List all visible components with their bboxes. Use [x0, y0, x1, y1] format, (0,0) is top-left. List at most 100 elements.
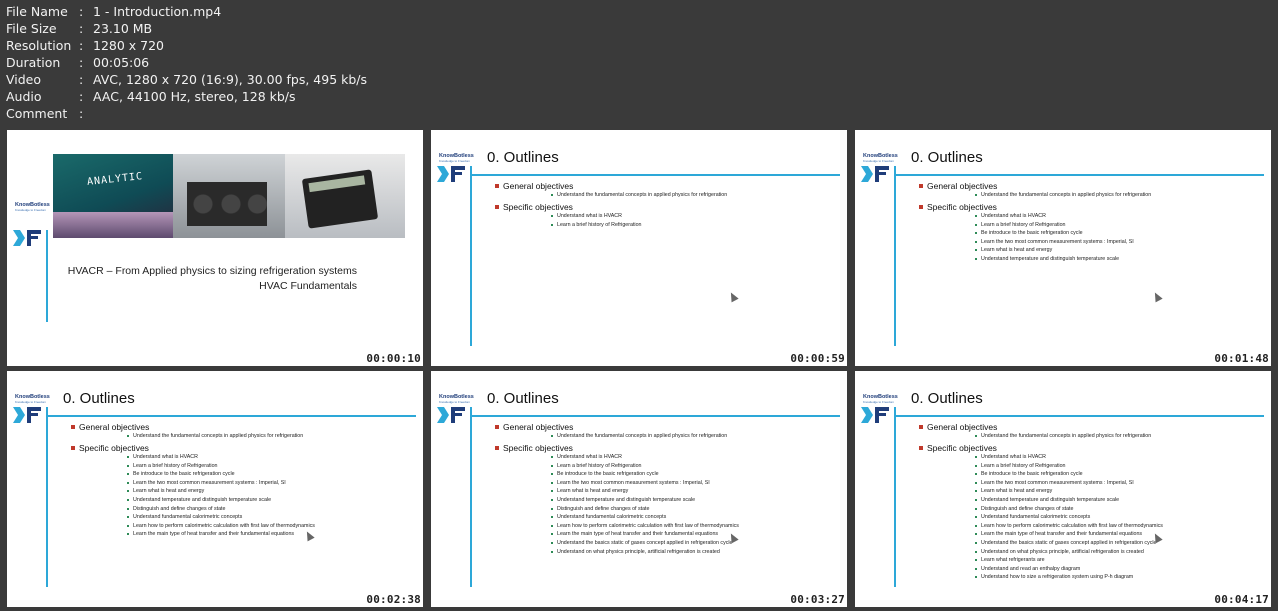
objective-item: Understand temperature and distinguish t… [127, 496, 315, 505]
xf-logo-icon [861, 166, 889, 182]
intro-title: HVACR – From Applied physics to sizing r… [68, 264, 357, 294]
thumbnail-outline[interactable]: KnowBotless Knowledge to Freedom 0. Outlin… [855, 130, 1271, 366]
general-heading: General objectives [918, 181, 998, 191]
timestamp: 00:00:59 [790, 352, 845, 365]
objective-item: Understand and read an enthalpy diagram [975, 565, 1163, 574]
objective-item: Be introduce to the basic refrigeration … [975, 470, 1163, 479]
meta-row: Audio: AAC, 44100 Hz, stereo, 128 kb/s [6, 88, 367, 105]
thumbnail-outline[interactable]: KnowBotless Knowledge to Freedom 0. Outlin… [431, 371, 847, 607]
xf-logo-icon [13, 230, 41, 246]
intro-line-1: HVACR – From Applied physics to sizing r… [67, 265, 357, 277]
objective-item: Learn what is heat and energy [127, 487, 315, 496]
objective-item: Learn the main type of heat transfer and… [551, 530, 739, 539]
meta-value: AAC, 44100 Hz, stereo, 128 kb/s [93, 89, 296, 104]
objective-item: Be introduce to the basic refrigeration … [975, 229, 1134, 238]
objective-item: Understand what is HVACR [975, 453, 1163, 462]
specific-heading: Specific objectives [495, 202, 573, 212]
objective-item: Understand fundamental calorimetric conc… [551, 513, 739, 522]
meta-separator: : [79, 72, 84, 87]
objective-item: Learn the two most common measurement sy… [551, 479, 739, 488]
timestamp: 00:01:48 [1214, 352, 1269, 365]
thumbnail-outline[interactable]: KnowBotless Knowledge to Freedom 0. Outlin… [431, 130, 847, 366]
objective-item: Understand what is HVACR [551, 453, 739, 462]
general-item: Understand the fundamental concepts in a… [550, 192, 728, 198]
brand-logo: KnowBotless Knowledge to Freedom [439, 153, 474, 163]
specific-list: Understand what is HVACR Learn a brief hi… [551, 212, 642, 229]
objective-item: Be introduce to the basic refrigeration … [551, 470, 739, 479]
meta-separator: : [79, 38, 84, 53]
banner-image: ANALYTIC [53, 154, 405, 238]
brand-logo: KnowBotless Knowledge to Freedom [863, 153, 898, 163]
objective-item: Be introduce to the basic refrigeration … [127, 470, 315, 479]
objective-item: Distinguish and define changes of state [551, 505, 739, 514]
meta-value: 1280 x 720 [93, 38, 165, 53]
mouse-cursor-icon [727, 290, 739, 303]
objective-item: Understand how to size a refrigeration s… [975, 573, 1163, 582]
xf-logo-icon [13, 407, 41, 423]
meta-value: 23.10 MB [93, 21, 153, 36]
objective-item: Understand the basics static of gases co… [975, 539, 1163, 548]
specific-heading: Specific objectives [919, 202, 997, 212]
timestamp: 00:03:27 [790, 593, 845, 606]
general-item: Understand the fundamental concepts in a… [126, 433, 304, 439]
objective-item: Understand what is HVACR [127, 453, 315, 462]
objective-item: Learn how to perform calorimetric calcul… [551, 522, 739, 529]
xf-logo-icon [437, 407, 465, 423]
objective-item: Understand what is HVACR [551, 212, 642, 221]
objective-item: Learn how to perform calorimetric calcul… [975, 522, 1163, 529]
specific-list: Understand what is HVACR Learn a brief hi… [975, 212, 1134, 264]
meta-key: Video [6, 72, 42, 87]
meta-row: File Name:1 - Introduction.mp4 [6, 3, 367, 20]
meta-key: Resolution [6, 38, 72, 53]
objective-item: Learn a brief history of Refrigeration [975, 221, 1134, 230]
meta-separator: : [79, 21, 84, 36]
brand-logo: KnowBotless Knowledge to Freedom [439, 394, 474, 404]
meta-key: File Name [6, 4, 68, 19]
slide-title: 0. Outlines [911, 390, 983, 407]
specific-list: Understand what is HVACR Learn a brief hi… [975, 453, 1163, 582]
slide-title: 0. Outlines [911, 149, 983, 166]
meta-value: 00:05:06 [93, 55, 150, 70]
objective-item: Learn the two most common measurement sy… [127, 479, 315, 488]
general-item: Understand the fundamental concepts in a… [974, 192, 1152, 198]
timestamp: 00:02:38 [366, 593, 421, 606]
specific-heading: Specific objectives [495, 443, 573, 453]
file-metadata: File Name:1 - Introduction.mp4 File Size:… [6, 3, 367, 122]
specific-list: Understand what is HVACR Learn a brief hi… [127, 453, 315, 539]
brand-logo: KnowBotless Knowledge to Freedom [15, 394, 50, 404]
slide-title: 0. Outlines [63, 390, 135, 407]
objective-item: Learn the two most common measurement sy… [975, 479, 1163, 488]
intro-line-2: HVAC Fundamentals [259, 280, 357, 292]
thumbnail-outline[interactable]: KnowBotless Knowledge to Freedom 0. Outlin… [855, 371, 1271, 607]
xf-logo-icon [861, 407, 889, 423]
objective-item: Understand fundamental calorimetric conc… [127, 513, 315, 522]
meta-separator: : [79, 89, 84, 104]
objective-item: Learn what refrigerants are [975, 556, 1163, 565]
brand-logo: KnowBotless Knowledge to Freedom [863, 394, 898, 404]
general-item: Understand the fundamental concepts in a… [550, 433, 728, 439]
objective-item: Learn a brief history of Refrigeration [975, 462, 1163, 471]
objective-item: Learn a brief history of Refrigeration [127, 462, 315, 471]
meta-key: Duration [6, 55, 61, 70]
slide-title: 0. Outlines [487, 149, 559, 166]
objective-item: Understand on what physics principle, ar… [551, 548, 739, 557]
meta-row: Video: AVC, 1280 x 720 (16:9), 30.00 fps,… [6, 71, 367, 88]
meta-key: Audio [6, 89, 42, 104]
meta-separator: : [79, 55, 84, 70]
banner-text: ANALYTIC [86, 171, 144, 188]
general-item: Understand the fundamental concepts in a… [974, 433, 1152, 439]
specific-heading: Specific objectives [919, 443, 997, 453]
general-heading: General objectives [494, 181, 574, 191]
thumbnail-outline[interactable]: KnowBotless Knowledge to Freedom 0. Outlin… [7, 371, 423, 607]
meta-key: Comment [6, 106, 68, 121]
thumbnail-intro[interactable]: ANALYTIC KnowBotless Knowledge to Freedo… [7, 130, 423, 366]
meta-key: File Size [6, 21, 57, 36]
objective-item: Learn a brief history of Refrigeration [551, 462, 739, 471]
objective-item: Learn what is heat and energy [975, 246, 1134, 255]
objective-item: Learn the two most common measurement sy… [975, 238, 1134, 245]
objective-item: Learn the main type of heat transfer and… [975, 530, 1163, 539]
general-heading: General objectives [494, 422, 574, 432]
brand-logo: KnowBotless Knowledge to Freedom [15, 202, 50, 212]
specific-heading: Specific objectives [71, 443, 149, 453]
mouse-cursor-icon [1151, 290, 1163, 303]
